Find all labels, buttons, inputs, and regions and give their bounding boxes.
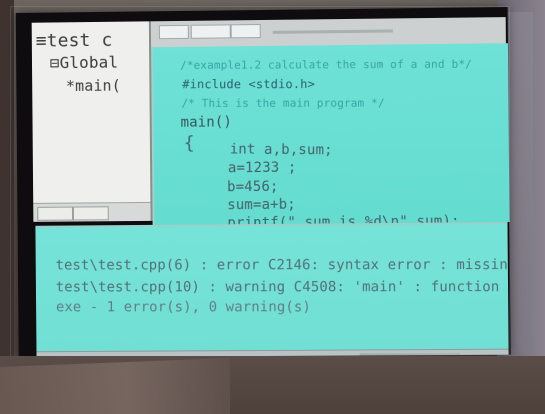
output-line-2: test\test.cpp(10) : warning C4508: 'main… xyxy=(55,279,509,296)
toolbar-control-1 xyxy=(158,24,189,40)
project-tree-pane: ≡test c ⊟Global *main( xyxy=(31,21,153,222)
output-line-3: exe - 1 error(s), 0 warning(s) xyxy=(55,299,312,316)
fileview-tab xyxy=(72,206,109,221)
project-tree-line-3: *main( xyxy=(65,76,122,96)
code-line-8: b=456; xyxy=(226,178,279,196)
project-tree-line-1: ≡test c xyxy=(35,29,113,52)
projected-ide-screen: ≡test c ⊟Global *main( /*example1.2 calc… xyxy=(15,7,511,358)
output-line-1: test\test.cpp(6) : error C2146: syntax e… xyxy=(55,256,509,274)
toolbar-control-2 xyxy=(190,24,231,39)
code-line-7: a=1233 ; xyxy=(227,159,297,177)
foreground-desk-shadow xyxy=(0,358,230,414)
toolbar-control-3 xyxy=(230,24,261,39)
build-output-pane: test\test.cpp(6) : error C2146: syntax e… xyxy=(35,222,509,354)
code-line-4: main() xyxy=(180,114,233,131)
code-line-2: #include <stdio.h> xyxy=(182,77,315,92)
left-wall-edge xyxy=(0,0,14,414)
toolbar-blurred-text xyxy=(272,29,394,34)
code-line-6: int a,b,sum; xyxy=(229,141,333,159)
code-line-9: sum=a+b; xyxy=(227,196,296,214)
classroom-scene: ≡test c ⊟Global *main( /*example1.2 calc… xyxy=(0,0,545,414)
code-line-3: /* This is the main program */ xyxy=(181,96,385,110)
code-line-1: /*example1.2 calculate the sum of a and … xyxy=(180,57,473,72)
classview-tab xyxy=(37,206,74,221)
code-line-5: { xyxy=(183,132,195,154)
code-editor-pane: /*example1.2 calculate the sum of a and … xyxy=(151,43,510,225)
project-pane-tabs xyxy=(33,201,151,222)
project-tree-line-2: ⊟Global xyxy=(49,52,119,73)
